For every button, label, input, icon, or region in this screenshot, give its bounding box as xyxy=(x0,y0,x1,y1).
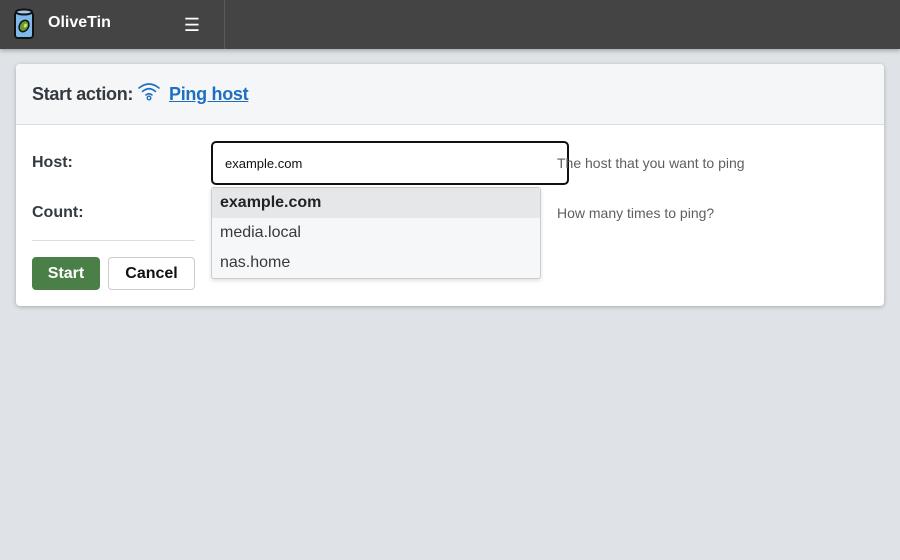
action-name-link[interactable]: Ping host xyxy=(169,84,249,105)
suggestion-option[interactable]: media.local xyxy=(212,218,540,248)
dialog-header: Start action: Ping host xyxy=(16,64,884,125)
dialog-title: Start action: xyxy=(32,84,134,104)
start-action-dialog: Start action: Ping host Host: The host t… xyxy=(16,64,884,306)
wifi-icon xyxy=(138,83,160,101)
top-navigation-bar: OliveTin ☰ xyxy=(0,0,900,49)
start-button[interactable]: Start xyxy=(32,257,100,290)
host-description: The host that you want to ping xyxy=(557,155,745,171)
hamburger-menu-icon[interactable]: ☰ xyxy=(176,11,208,39)
host-suggestions-dropdown[interactable]: example.com media.local nas.home xyxy=(211,187,541,279)
count-label: Count: xyxy=(32,204,84,221)
buttons-divider xyxy=(32,240,195,241)
host-label: Host: xyxy=(32,154,73,171)
suggestion-option[interactable]: nas.home xyxy=(212,248,540,278)
count-description: How many times to ping? xyxy=(557,205,715,221)
olivetin-logo-icon xyxy=(14,8,34,39)
host-input[interactable] xyxy=(211,141,569,185)
topbar-divider xyxy=(224,0,225,49)
app-title[interactable]: OliveTin xyxy=(48,14,111,32)
cancel-button[interactable]: Cancel xyxy=(108,257,195,290)
suggestion-option[interactable]: example.com xyxy=(212,188,540,218)
